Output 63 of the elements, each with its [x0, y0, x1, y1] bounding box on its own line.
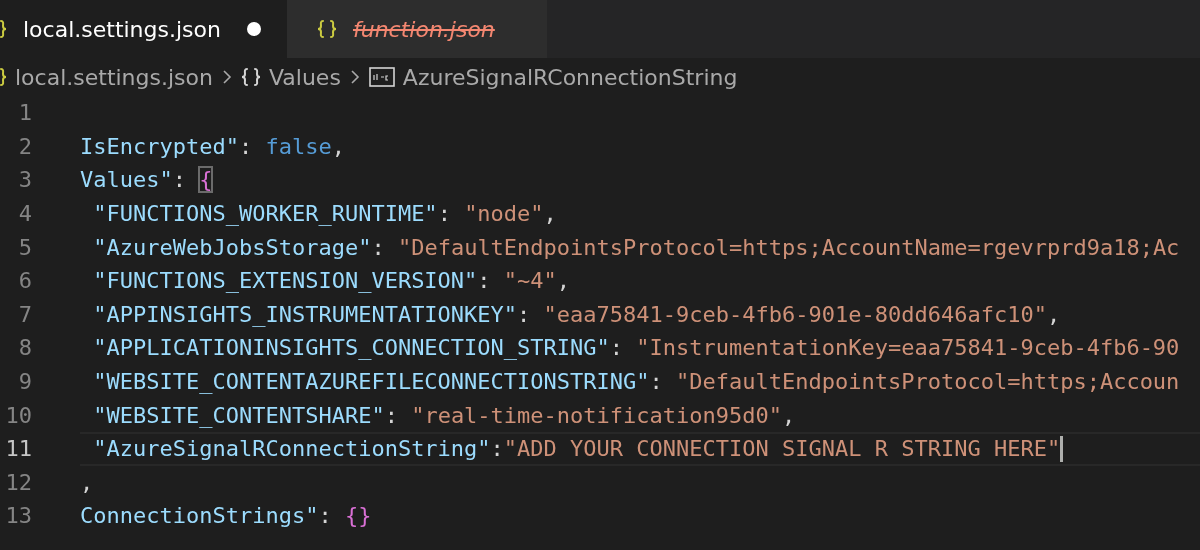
string-value: "~4" [503, 268, 557, 294]
property-key: ConnectionStrings" [80, 503, 319, 529]
punctuation: , [331, 133, 345, 159]
line-number: 11 [4, 436, 32, 462]
property-key: "APPLICATIONINSIGHTS_CONNECTION_STRING" [80, 335, 610, 361]
string-value: "DefaultEndpointsProtocol=https;AccountName=rgevrprd9a18;Ac [397, 234, 1180, 260]
punctuation: : [384, 402, 399, 428]
punctuation: , [782, 402, 796, 428]
breadcrumb-item[interactable]: AzureSignalRConnectionString [402, 64, 738, 90]
punctuation: : [371, 234, 386, 260]
line-number: 4 [17, 201, 32, 227]
property-key: "WEBSITE_CONTENTAZUREFILECONNECTIONSTRING" [80, 369, 650, 395]
string-icon [368, 67, 395, 87]
string-value: "real-time-notification95d0" [411, 402, 782, 428]
line-number: 2 [17, 133, 32, 159]
punctuation: , [556, 268, 571, 294]
line-number: 13 [4, 503, 32, 529]
string-value: "DefaultEndpointsProtocol=https;Accoun [676, 369, 1180, 395]
editor-tab[interactable]: function.json [286, 0, 547, 58]
line-number: 10 [4, 402, 32, 428]
punctuation: : [437, 201, 452, 227]
braces: {} [344, 503, 372, 529]
property-key: "AzureWebJobsStorage" [80, 234, 372, 260]
line-number: 12 [4, 469, 32, 495]
line-number: 8 [17, 335, 32, 361]
boolean-value: false [265, 133, 332, 159]
property-key: "APPINSIGHTS_INSTRUMENTATIONKEY" [80, 301, 518, 327]
line-number: 1 [17, 100, 32, 126]
property-key: "FUNCTIONS_WORKER_RUNTIME" [80, 201, 438, 227]
punctuation: , [1046, 301, 1061, 327]
string-value: "node" [464, 201, 544, 227]
property-key: "AzureSignalRConnectionString" [80, 436, 491, 462]
property-key: Values" [80, 167, 173, 193]
string-value: "eaa75841-9ceb-4fb6-901e-80dd646afc10" [543, 301, 1047, 327]
editor-tab[interactable]: local.settings.json [0, 0, 287, 58]
text-cursor [1060, 435, 1064, 462]
line-number: 6 [17, 268, 32, 294]
braces-icon [240, 68, 261, 86]
string-value: "ADD YOUR CONNECTION SIGNAL R STRING HERE" [503, 436, 1061, 462]
line-number: 3 [17, 167, 32, 193]
punctuation: : [318, 503, 333, 529]
unsaved-dot-icon[interactable] [246, 22, 261, 36]
property-key: "WEBSITE_CONTENTSHARE" [80, 402, 385, 428]
punctuation: : [238, 133, 254, 159]
chevron-icon [348, 68, 361, 86]
string-value: "InstrumentationKey=eaa75841-9ceb-4fb6-90 [636, 335, 1180, 361]
punctuation: : [517, 301, 532, 327]
breadcrumb-item[interactable]: local.settings.json [15, 64, 213, 90]
line-number: 5 [17, 234, 32, 260]
punctuation: : [649, 369, 664, 395]
property-key: "FUNCTIONS_EXTENSION_VERSION" [80, 268, 478, 294]
punctuation: : [490, 436, 504, 462]
punctuation: , [80, 469, 94, 495]
property-key: IsEncrypted" [80, 133, 239, 159]
chevron-icon [220, 68, 233, 86]
breadcrumb-item[interactable]: Values [268, 64, 341, 90]
line-number: 7 [17, 301, 32, 327]
punctuation: : [477, 268, 492, 294]
matched-brace: { [199, 167, 213, 193]
line-number: 9 [17, 369, 32, 395]
punctuation: : [172, 167, 187, 193]
punctuation: : [609, 335, 625, 361]
punctuation: , [543, 201, 557, 227]
